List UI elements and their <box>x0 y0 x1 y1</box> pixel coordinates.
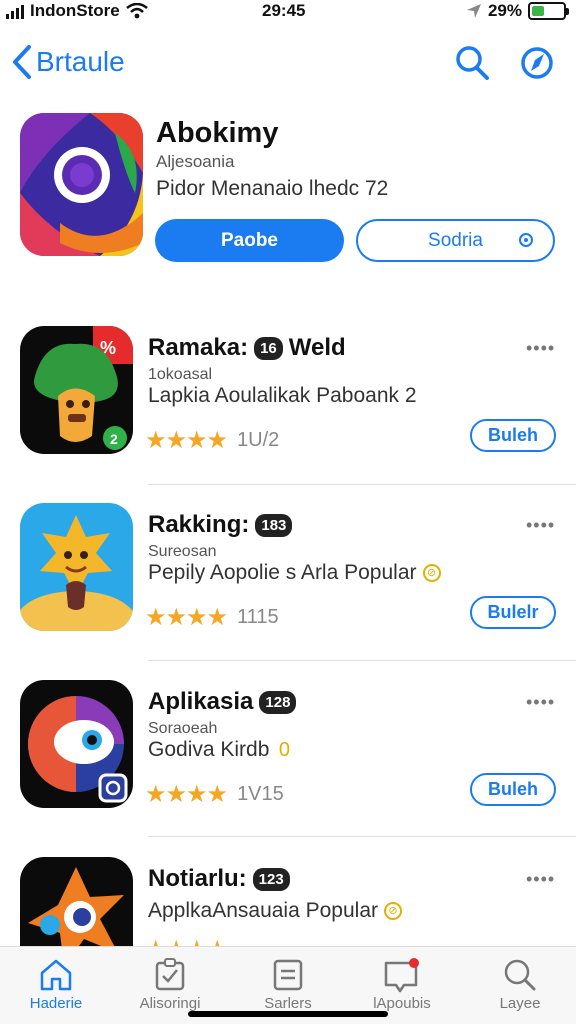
tab-label: Alisoringi <box>139 995 201 1012</box>
app-subtitle: Sureosan <box>148 543 217 560</box>
divider <box>148 660 576 661</box>
age-badge: 128 <box>259 690 297 714</box>
app-description-text: Lapkia Aoulalikak Paboank 2 <box>148 384 417 407</box>
status-bar: IndonStore 29:45 29% <box>0 0 576 24</box>
location-arrow-icon <box>466 4 481 18</box>
app-icon: % 2 <box>20 326 133 454</box>
coin-icon: ⊘ <box>422 564 441 582</box>
list-item[interactable]: Aplikasia 128 Soraoeah Godiva Kirdb 0 ★★… <box>0 680 576 856</box>
app-rating: ★★★★ 1U/2 <box>145 426 279 455</box>
get-button[interactable]: Buleh <box>470 773 556 806</box>
tab-label: lApoubis <box>373 995 431 1012</box>
tab-search[interactable]: Layee <box>470 955 570 1012</box>
rating-count: 1U/2 <box>237 429 280 451</box>
app-icon <box>20 857 133 946</box>
featured-app: Abokimy Aljesoania Pidor Menanaio lhedc … <box>20 113 560 263</box>
app-name: Rakking: <box>148 511 250 538</box>
app-description-text: Godiva Kirdb <box>148 738 270 761</box>
target-icon <box>519 233 533 247</box>
battery-percent: 29% <box>487 1 522 20</box>
featured-app-icon[interactable] <box>20 113 143 256</box>
carrier-label: IndonStore <box>30 1 120 20</box>
more-options-icon[interactable]: •••• <box>526 869 555 890</box>
app-name: Aplikasia <box>148 688 254 715</box>
app-title: Notiarlu: 123 <box>148 865 290 893</box>
age-badge: 16 <box>254 336 283 360</box>
list-item[interactable]: % 2 Ramaka: 16 Weld 1okoasal Lapkia Aoul… <box>0 326 576 502</box>
app-rating: ★★★★ 1V15 <box>145 780 284 809</box>
status-right: 29% <box>466 1 569 21</box>
app-description: Pepily Aopolie s Arla Popular ⊘ <box>148 561 441 585</box>
chevron-left-icon <box>13 45 31 79</box>
search-icon[interactable] <box>454 44 490 82</box>
app-title: Ramaka: 16 Weld <box>148 334 346 362</box>
app-title: Rakking: 183 <box>148 511 293 539</box>
back-button[interactable]: Brtaule <box>12 44 125 80</box>
tab-lists[interactable]: Sarlers <box>238 955 338 1012</box>
featured-app-name: Abokimy <box>156 117 279 149</box>
app-description: ApplkaAnsauaia Popular ⊘ <box>148 899 402 923</box>
signal-icon <box>6 3 24 19</box>
featured-app-subtitle: Aljesoania <box>156 152 235 171</box>
divider <box>148 484 576 485</box>
more-options-icon[interactable]: •••• <box>526 515 555 536</box>
wifi-icon <box>125 3 148 19</box>
carrier-group: IndonStore <box>6 1 148 21</box>
app-subtitle: 1okoasal <box>148 366 213 383</box>
nav-bar: Brtaule <box>0 40 576 90</box>
featured-secondary-button[interactable]: Sodria <box>356 219 555 262</box>
coin-icon: 0 <box>278 739 290 761</box>
clock: 29:45 <box>262 1 306 20</box>
svg-text:2: 2 <box>110 431 118 447</box>
app-icon <box>20 503 133 631</box>
coin-icon: ⊘ <box>384 902 402 920</box>
app-rating: ★★★★ <box>145 935 228 946</box>
list-item[interactable]: Rakking: 183 Sureosan Pepily Aopolie s A… <box>0 503 576 679</box>
app-name: Ramaka: <box>148 334 249 361</box>
battery-icon <box>528 2 569 20</box>
get-button[interactable]: Bulelr <box>470 596 556 629</box>
app-description: Lapkia Aoulalikak Paboank 2 <box>148 384 417 408</box>
tab-activity[interactable]: Alisoringi <box>120 955 220 1012</box>
back-label: Brtaule <box>36 46 125 77</box>
clipboard-icon <box>155 958 185 991</box>
home-indicator <box>188 1011 388 1017</box>
app-description-text: Pepily Aopolie s Arla Popular <box>148 561 417 584</box>
age-badge: 183 <box>255 513 293 537</box>
app-name: Notiarlu: <box>148 865 247 892</box>
list-item[interactable]: Notiarlu: 123 ApplkaAnsauaia Popular ⊘ ★… <box>0 857 576 946</box>
tab-label: Layee <box>499 995 541 1012</box>
list-icon <box>273 959 303 991</box>
divider <box>148 836 576 837</box>
compass-icon[interactable] <box>518 44 556 82</box>
tab-home[interactable]: Haderie <box>6 955 106 1012</box>
age-badge: 123 <box>252 867 290 891</box>
star-rating-icon: ★★★★ <box>145 935 228 946</box>
app-title: Aplikasia 128 <box>148 688 297 716</box>
featured-app-description: Pidor Menanaio lhedc 72 <box>156 177 389 200</box>
home-icon <box>40 959 72 991</box>
tab-updates[interactable]: lApoubis <box>352 955 452 1012</box>
inbox-icon <box>384 958 419 993</box>
app-description-text: ApplkaAnsauaia Popular <box>148 899 378 922</box>
tab-label: Haderie <box>29 995 83 1012</box>
app-icon <box>20 680 133 808</box>
featured-secondary-label: Sodria <box>428 229 483 251</box>
star-rating-icon: ★★★★ <box>145 427 228 454</box>
app-description: Godiva Kirdb 0 <box>148 738 293 762</box>
app-subtitle: Soraoeah <box>148 720 218 737</box>
featured-primary-button[interactable]: Paobe <box>155 219 344 262</box>
rating-count: 1115 <box>237 606 279 628</box>
app-name-suffix: Weld <box>288 334 346 361</box>
star-rating-icon: ★★★★ <box>145 604 228 631</box>
search-icon <box>504 959 536 991</box>
tab-label: Sarlers <box>264 995 312 1012</box>
app-rating: ★★★★ 1115 <box>145 603 279 632</box>
more-options-icon[interactable]: •••• <box>526 338 555 359</box>
more-options-icon[interactable]: •••• <box>526 692 555 713</box>
star-rating-icon: ★★★★ <box>145 781 228 808</box>
get-button[interactable]: Buleh <box>470 419 556 452</box>
rating-count: 1V15 <box>237 783 284 805</box>
